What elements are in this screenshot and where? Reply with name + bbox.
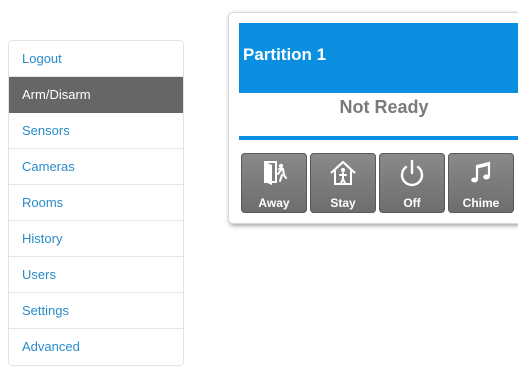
off-button[interactable]: Off <box>379 153 445 213</box>
sidebar-item-history[interactable]: History <box>9 221 183 257</box>
sidebar-item-users[interactable]: Users <box>9 257 183 293</box>
sidebar-item-settings[interactable]: Settings <box>9 293 183 329</box>
stay-label: Stay <box>330 196 356 210</box>
door-exit-icon <box>241 158 307 190</box>
partition-status: Not Ready <box>339 97 429 117</box>
sidebar-item-rooms[interactable]: Rooms <box>9 185 183 221</box>
off-label: Off <box>403 196 421 210</box>
sidebar-nav: Logout Arm/Disarm Sensors Cameras Rooms … <box>8 40 184 366</box>
chime-label: Chime <box>462 196 500 210</box>
away-button[interactable]: Away <box>241 153 307 213</box>
power-icon <box>379 158 445 190</box>
house-person-icon <box>310 158 376 190</box>
music-note-icon <box>448 158 514 190</box>
partition-header: Partition 1 <box>239 23 518 93</box>
sidebar-item-advanced[interactable]: Advanced <box>9 329 183 365</box>
partition-panel: Partition 1 Not Ready Away Stay Off Chim… <box>228 12 518 224</box>
sidebar-item-logout[interactable]: Logout <box>9 41 183 77</box>
stay-button[interactable]: Stay <box>310 153 376 213</box>
partition-title: Partition 1 <box>243 45 327 64</box>
sidebar-item-arm-disarm[interactable]: Arm/Disarm <box>9 77 183 113</box>
away-label: Away <box>258 196 290 210</box>
sidebar-item-sensors[interactable]: Sensors <box>9 113 183 149</box>
sidebar-item-cameras[interactable]: Cameras <box>9 149 183 185</box>
status-divider <box>239 136 518 140</box>
chime-button[interactable]: Chime <box>448 153 514 213</box>
